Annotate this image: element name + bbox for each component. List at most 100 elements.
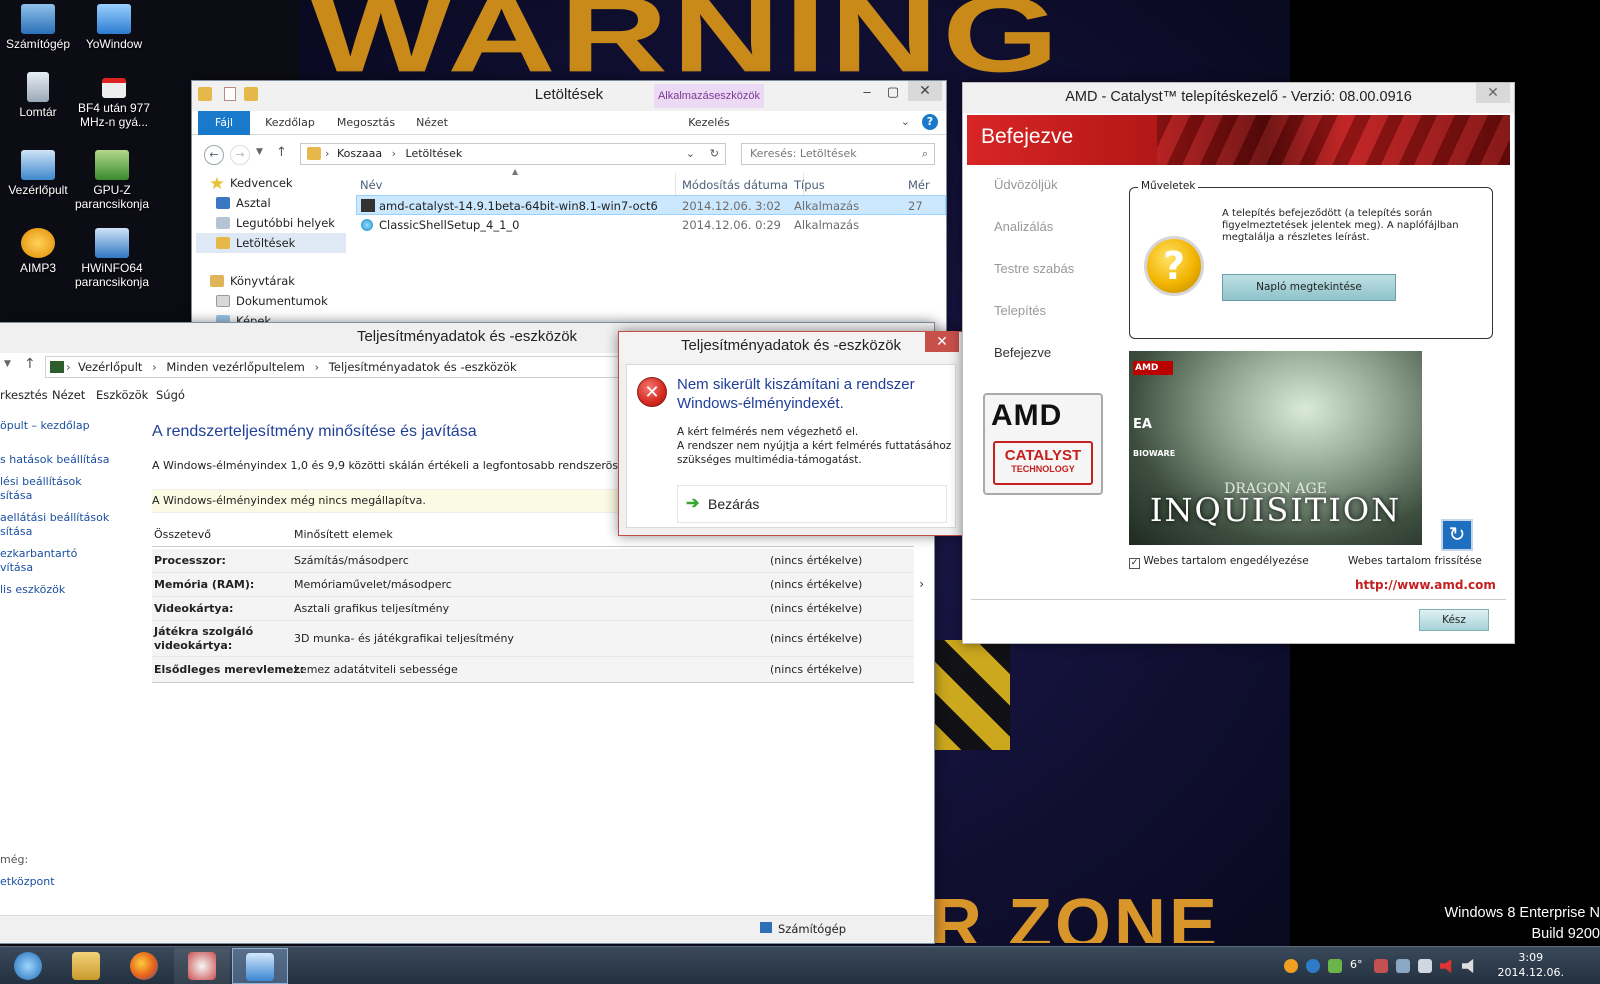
maximize-button[interactable]: ▢ (880, 83, 906, 103)
start-button[interactable] (0, 948, 56, 984)
column-type[interactable]: Típus (790, 173, 900, 197)
step-customize: Testre szabás (994, 261, 1075, 276)
ad-badge-amd: AMD (1133, 361, 1173, 375)
tray-clock[interactable]: 3:09 2014.12.06. (1498, 950, 1564, 980)
menu-view[interactable]: Nézet (52, 388, 85, 402)
back-button[interactable]: ← (204, 145, 224, 165)
nav-downloads[interactable]: Letöltések (196, 233, 346, 253)
link-cp-home[interactable]: öpult – kezdőlap (0, 419, 90, 433)
link-power-settings[interactable]: aellátási beállítások (0, 511, 109, 525)
new-folder-icon[interactable] (244, 87, 258, 101)
tab-file[interactable]: Fájl (198, 111, 250, 135)
desktop-icon-recycle-bin[interactable]: Lomtár (0, 72, 76, 119)
desktop-icon-aimp3[interactable]: AIMP3 (0, 228, 76, 275)
checkbox-checked-icon[interactable]: ✓ (1129, 558, 1140, 569)
search-icon[interactable]: ⌕ (922, 144, 928, 164)
breadcrumb-item[interactable]: Vezérlőpult (78, 360, 142, 374)
speaker-muted-icon[interactable] (1440, 959, 1452, 973)
forward-button[interactable]: → (230, 145, 250, 165)
table-row: Elsődleges merevlemez: Lemez adatátvitel… (152, 657, 914, 683)
tab-manage[interactable]: Kezelés (654, 111, 764, 135)
chevron-right-icon[interactable]: › (919, 577, 924, 591)
ribbon-expand-icon[interactable]: ⌄ (901, 115, 910, 128)
nav-desktop[interactable]: Asztal (216, 193, 271, 213)
taskbar-firefox[interactable] (116, 948, 172, 984)
address-bar[interactable]: › Koszaaa › Letöltések ⌄ ↻ (300, 143, 726, 165)
hardware-tray-icon[interactable] (1374, 959, 1388, 973)
desktop-icon-hwinfo[interactable]: HWiNFO64 parancsikonja (74, 228, 150, 289)
desktop-icon-control-panel[interactable]: Vezérlőpult (0, 150, 76, 197)
help-icon[interactable]: ? (922, 114, 938, 130)
arrows-tray-icon[interactable] (1396, 959, 1410, 973)
gpu-tray-icon[interactable] (1328, 959, 1342, 973)
refresh-web-content-button[interactable]: ↻ (1441, 519, 1473, 551)
amd-titlebar[interactable]: AMD - Catalyst™ telepítéskezelő - Verzió… (963, 83, 1514, 113)
properties-icon[interactable] (224, 87, 236, 101)
tab-home[interactable]: Kezdőlap (254, 111, 326, 135)
desktop-icon-label: Számítógép (5, 37, 71, 51)
column-modified[interactable]: Módosítás dátuma (678, 173, 804, 197)
chevron-down-icon[interactable]: ▼ (4, 359, 11, 369)
web-content-ad[interactable]: AMD EA BIOWARE DRAGON AGE INQUISITION (1129, 351, 1422, 545)
close-button[interactable]: ✕ (925, 332, 959, 352)
link-disk-cleanup-2[interactable]: vítása (0, 561, 33, 575)
file-type: Alkalmazás (794, 199, 860, 213)
link-disk-cleanup[interactable]: ezkarbantartó (0, 547, 77, 561)
desktop-icon-yowindow[interactable]: YoWindow (76, 4, 152, 51)
refresh-icon[interactable]: ↻ (710, 144, 719, 164)
desktop-icon-bf4-doc[interactable]: BF4 után 977 MHz-n gyá... (76, 78, 152, 129)
watermark-build: Build 9200 (1531, 926, 1600, 942)
nav-documents[interactable]: Dokumentumok (216, 291, 328, 311)
nav-libraries[interactable]: Könyvtárak (210, 271, 295, 291)
close-button[interactable]: ✕ (908, 81, 942, 101)
desktop-icon-computer[interactable]: Számítógép (0, 4, 76, 51)
volume-icon[interactable] (1462, 959, 1474, 973)
menu-edit[interactable]: rkesztés (0, 388, 48, 402)
divider (971, 599, 1506, 600)
amd-website-link[interactable]: http://www.amd.com (1355, 578, 1496, 592)
link-index-settings[interactable]: lési beállítások (0, 475, 82, 489)
aimp-tray-icon[interactable] (1284, 959, 1298, 973)
web-content-checkbox-row[interactable]: ✓ Webes tartalom engedélyezése (1129, 555, 1309, 569)
desktop-icon-label: YoWindow (85, 37, 143, 51)
breadcrumb-current[interactable]: Teljesítményadatok és -eszközök (329, 360, 517, 374)
up-button[interactable]: ↑ (276, 145, 287, 160)
desktop-icon-gpuz[interactable]: GPU-Z parancsikonja (74, 150, 150, 211)
logo-line-1: CATALYST (1004, 447, 1082, 464)
column-size[interactable]: Mér (904, 173, 946, 197)
recent-dropdown-icon[interactable]: ▼ (256, 147, 263, 157)
column-name[interactable]: Név (356, 173, 676, 197)
up-button[interactable]: ↑ (24, 356, 36, 372)
error-titlebar[interactable]: Teljesítményadatok és -eszközök ✕ (619, 332, 963, 362)
tab-view[interactable]: Nézet (406, 111, 458, 135)
tray-temperature[interactable]: 6° (1350, 958, 1363, 971)
file-row[interactable]: amd-catalyst-14.9.1beta-64bit-win8.1-win… (356, 195, 946, 215)
explorer-titlebar[interactable]: Alkalmazáseszközök Letöltések – ▢ ✕ (192, 81, 946, 111)
view-log-button[interactable]: Napló megtekintése (1222, 274, 1396, 301)
breadcrumb-root[interactable]: Koszaaa (337, 147, 382, 160)
menu-tools[interactable]: Eszközök (96, 388, 148, 402)
nav-recent-places[interactable]: Legutóbbi helyek (216, 213, 335, 233)
search-input[interactable]: Keresés: Letöltések ⌕ (741, 143, 935, 165)
tab-share[interactable]: Megosztás (326, 111, 406, 135)
taskbar-control-panel[interactable] (232, 948, 288, 984)
done-button[interactable]: Kész (1419, 609, 1489, 631)
menu-help[interactable]: Súgó (156, 388, 185, 402)
taskbar-explorer[interactable] (58, 948, 114, 984)
link-advanced-tools[interactable]: lis eszközök (0, 583, 65, 597)
breadcrumb-item[interactable]: Minden vezérlőpultelem (166, 360, 305, 374)
weather-tray-icon[interactable] (1306, 959, 1320, 973)
link-index-settings-2[interactable]: sítása (0, 489, 32, 503)
file-row[interactable]: ClassicShellSetup_4_1_0 2014.12.06. 0:29… (356, 215, 946, 235)
close-command-button[interactable]: ➔ Bezárás (677, 485, 947, 523)
close-button[interactable]: ✕ (1476, 83, 1510, 103)
link-action-center[interactable]: etközpont (0, 875, 55, 889)
link-power-settings-2[interactable]: sítása (0, 525, 32, 539)
breadcrumb-current[interactable]: Letöltések (406, 147, 463, 160)
link-visual-effects[interactable]: s hatások beállítása (0, 453, 110, 467)
taskbar-app[interactable] (174, 948, 230, 984)
minimize-button[interactable]: – (854, 83, 880, 103)
network-tray-icon[interactable] (1418, 959, 1432, 973)
nav-favorites[interactable]: Kedvencek (210, 173, 293, 193)
chevron-down-icon[interactable]: ⌄ (686, 144, 695, 164)
